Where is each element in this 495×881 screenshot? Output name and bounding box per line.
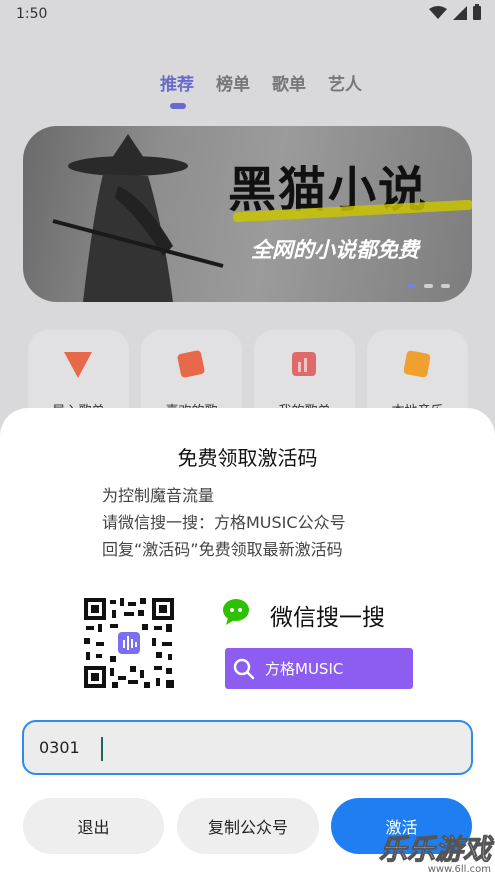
copy-account-button[interactable]: 复制公众号 — [177, 798, 319, 854]
text-caret — [101, 737, 103, 761]
dialog-instructions: 为控制魔音流量 请微信搜一搜：方格MUSIC公众号 回复“激活码”免费领取最新激… — [102, 482, 346, 563]
tab-recommend[interactable]: 推荐 — [160, 70, 194, 95]
status-icons — [429, 4, 481, 20]
exit-button[interactable]: 退出 — [23, 798, 164, 854]
dialog-title: 免费领取激活码 — [177, 446, 318, 470]
status-time: 1:50 — [16, 6, 48, 22]
signal-icon — [453, 6, 467, 20]
import-icon — [64, 352, 92, 378]
qr-code — [82, 596, 176, 690]
swordsman-illustration — [52, 134, 224, 302]
wifi-icon — [429, 6, 447, 19]
status-bar: 1:50 — [0, 0, 495, 30]
local-music-icon — [403, 350, 431, 378]
search-query-text: 方格MUSIC — [265, 660, 344, 678]
wechat-search-bar: 方格MUSIC — [225, 648, 413, 689]
banner-subtitle: 全网的小说都免费 — [251, 238, 419, 262]
playlist-icon — [292, 352, 316, 376]
activation-code-field[interactable] — [22, 720, 473, 775]
instruction-line-3: 回复“激活码”免费领取最新激活码 — [102, 540, 343, 559]
tab-playlists[interactable]: 歌单 — [272, 70, 306, 95]
watermark-title: 乐乐游戏 — [378, 833, 491, 867]
wechat-search-label: 微信搜一搜 — [270, 605, 385, 631]
instruction-line-1: 为控制魔音流量 — [102, 486, 215, 505]
site-watermark: 乐乐游戏 www.6ll.com — [378, 828, 491, 876]
activation-dialog: 免费领取激活码 为控制魔音流量 请微信搜一搜：方格MUSIC公众号 回复“激活码… — [0, 408, 495, 881]
instruction-line-2: 请微信搜一搜：方格MUSIC公众号 — [102, 513, 346, 532]
tab-charts[interactable]: 榜单 — [216, 70, 250, 95]
search-icon — [233, 658, 255, 679]
banner-dot-2[interactable] — [424, 284, 433, 288]
tab-artists[interactable]: 艺人 — [328, 70, 362, 95]
activation-code-input[interactable] — [24, 722, 471, 773]
favorite-icon — [177, 350, 205, 378]
banner-dot-3[interactable] — [441, 284, 450, 288]
banner-dot-1[interactable] — [407, 284, 416, 288]
wechat-search-icon — [223, 599, 249, 625]
battery-icon — [473, 4, 481, 20]
top-tabs: 推荐 榜单 歌单 艺人 — [160, 70, 362, 95]
banner[interactable]: 黑猫小说 全网的小说都免费 — [23, 126, 472, 302]
tab-indicator — [170, 103, 186, 109]
banner-pagination — [407, 284, 450, 288]
